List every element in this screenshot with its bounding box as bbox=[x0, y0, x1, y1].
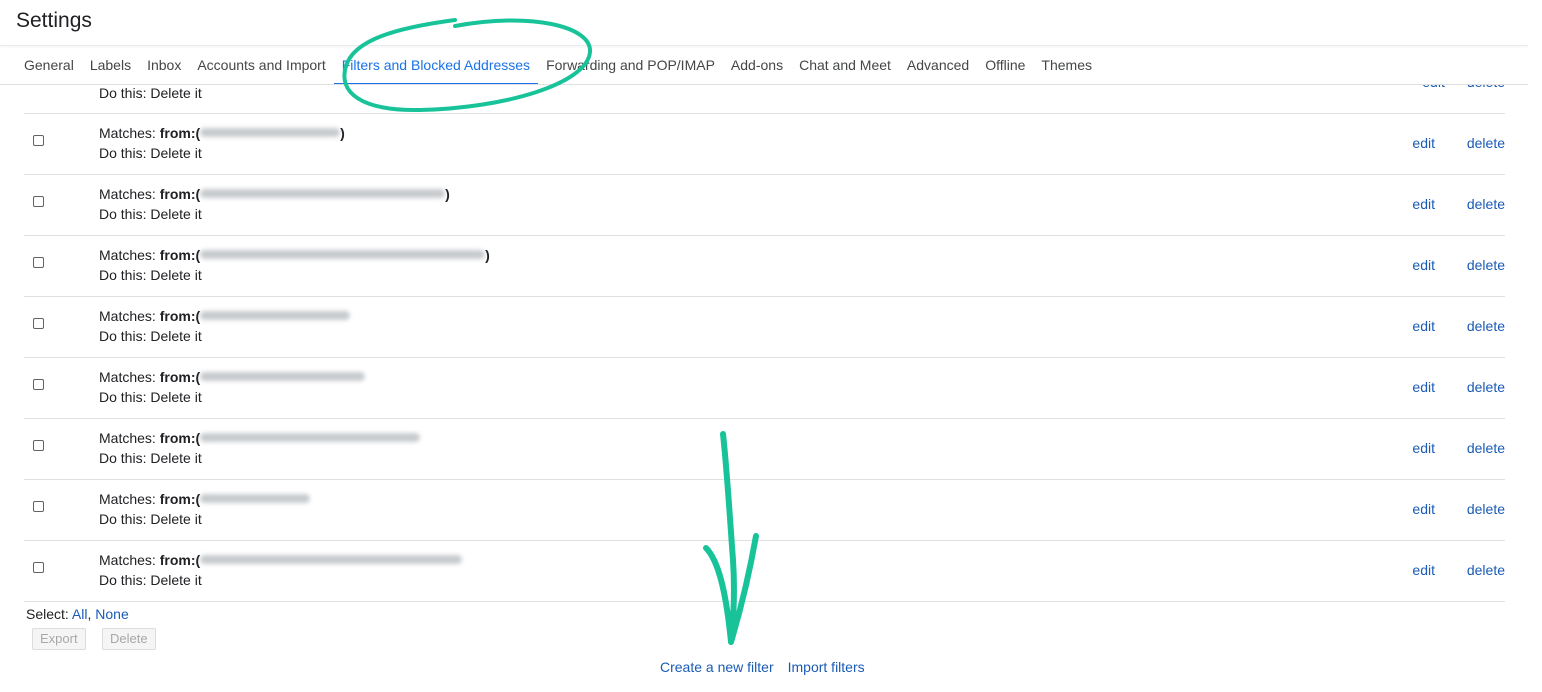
delete-link[interactable]: delete bbox=[1467, 440, 1505, 456]
select-all-link[interactable]: All bbox=[72, 606, 88, 622]
delete-link[interactable]: delete bbox=[1467, 501, 1505, 517]
tab-inbox[interactable]: Inbox bbox=[139, 52, 189, 84]
redacted-address bbox=[200, 189, 446, 199]
select-none-link[interactable]: None bbox=[95, 606, 128, 622]
settings-tabs: General Labels Inbox Accounts and Import… bbox=[16, 52, 1100, 85]
filter-action: Do this: Delete it bbox=[99, 572, 202, 588]
filter-row: Matches: from:() Do this: Delete it edit… bbox=[24, 174, 1505, 236]
delete-link[interactable]: delete bbox=[1467, 85, 1505, 90]
edit-link[interactable]: edit bbox=[1412, 379, 1435, 395]
redacted-address bbox=[200, 372, 366, 382]
edit-link[interactable]: edit bbox=[1412, 562, 1435, 578]
tab-add-ons[interactable]: Add-ons bbox=[723, 52, 791, 84]
filter-criteria: Matches: from:() bbox=[99, 186, 450, 202]
row-checkbox[interactable] bbox=[33, 440, 44, 451]
delete-link[interactable]: delete bbox=[1467, 135, 1505, 151]
list-divider bbox=[24, 601, 1505, 602]
filter-action: Do this: Delete it bbox=[99, 328, 202, 344]
tab-forwarding-pop-imap[interactable]: Forwarding and POP/IMAP bbox=[538, 52, 723, 84]
filter-criteria: Matches: from:( bbox=[99, 491, 311, 507]
filter-row: Matches: from:( Do this: Delete it edit … bbox=[24, 540, 1505, 602]
edit-link[interactable]: edit bbox=[1412, 196, 1435, 212]
filter-criteria: Matches: from:( bbox=[99, 552, 463, 568]
filter-criteria: Matches: from:( bbox=[99, 308, 351, 324]
filter-action: Do this: Delete it bbox=[99, 450, 202, 466]
filter-row: Matches: from:( Do this: Delete it edit … bbox=[24, 296, 1505, 358]
tab-accounts-and-import[interactable]: Accounts and Import bbox=[189, 52, 333, 84]
filter-row: Matches: from:( Do this: Delete it edit … bbox=[24, 418, 1505, 480]
import-filters-link[interactable]: Import filters bbox=[788, 659, 865, 675]
redacted-address bbox=[200, 494, 311, 504]
filter-row: Matches: from:( Do this: Delete it edit … bbox=[24, 357, 1505, 419]
redacted-address bbox=[200, 555, 463, 565]
filter-criteria: Matches: from:( bbox=[99, 430, 421, 446]
edit-link[interactable]: edit bbox=[1422, 85, 1445, 90]
select-controls: Select: All, None bbox=[26, 606, 129, 622]
row-checkbox[interactable] bbox=[33, 318, 44, 329]
delete-link[interactable]: delete bbox=[1467, 318, 1505, 334]
delete-link[interactable]: delete bbox=[1467, 562, 1505, 578]
filter-row: Matches: from:() Do this: Delete it edit… bbox=[24, 113, 1505, 175]
filter-action: Do this: Delete it bbox=[99, 85, 202, 101]
edit-link[interactable]: edit bbox=[1412, 318, 1435, 334]
tab-general[interactable]: General bbox=[16, 52, 82, 84]
filter-action: Do this: Delete it bbox=[99, 206, 202, 222]
redacted-address bbox=[200, 128, 341, 138]
row-checkbox[interactable] bbox=[33, 562, 44, 573]
filter-row-partial: Do this: Delete it edit delete bbox=[24, 85, 1505, 113]
filter-action: Do this: Delete it bbox=[99, 267, 202, 283]
edit-link[interactable]: edit bbox=[1412, 135, 1435, 151]
row-checkbox[interactable] bbox=[33, 501, 44, 512]
redacted-address bbox=[200, 433, 421, 443]
row-checkbox[interactable] bbox=[33, 379, 44, 390]
row-checkbox[interactable] bbox=[33, 257, 44, 268]
redacted-address bbox=[200, 311, 351, 321]
tab-advanced[interactable]: Advanced bbox=[899, 52, 977, 84]
redacted-address bbox=[200, 250, 486, 260]
filter-footer-links: Create a new filter Import filters bbox=[660, 659, 879, 675]
edit-link[interactable]: edit bbox=[1412, 257, 1435, 273]
tab-themes[interactable]: Themes bbox=[1033, 52, 1100, 84]
filter-row: Matches: from:() Do this: Delete it edit… bbox=[24, 235, 1505, 297]
delete-link[interactable]: delete bbox=[1467, 196, 1505, 212]
tab-chat-and-meet[interactable]: Chat and Meet bbox=[791, 52, 899, 84]
row-checkbox[interactable] bbox=[33, 196, 44, 207]
delete-link[interactable]: delete bbox=[1467, 379, 1505, 395]
tab-labels[interactable]: Labels bbox=[82, 52, 139, 84]
create-new-filter-link[interactable]: Create a new filter bbox=[660, 659, 774, 675]
header-divider bbox=[0, 45, 1528, 46]
tab-filters-and-blocked-addresses[interactable]: Filters and Blocked Addresses bbox=[333, 52, 539, 85]
tab-offline[interactable]: Offline bbox=[977, 52, 1033, 84]
row-checkbox[interactable] bbox=[33, 135, 44, 146]
filter-action: Do this: Delete it bbox=[99, 511, 202, 527]
delete-link[interactable]: delete bbox=[1467, 257, 1505, 273]
filter-row: Matches: from:( Do this: Delete it edit … bbox=[24, 479, 1505, 541]
delete-button[interactable]: Delete bbox=[102, 628, 156, 650]
filter-criteria: Matches: from:() bbox=[99, 125, 345, 141]
export-button[interactable]: Export bbox=[32, 628, 86, 650]
filter-criteria: Matches: from:( bbox=[99, 369, 366, 385]
filter-action: Do this: Delete it bbox=[99, 389, 202, 405]
edit-link[interactable]: edit bbox=[1412, 440, 1435, 456]
filter-criteria: Matches: from:() bbox=[99, 247, 490, 263]
edit-link[interactable]: edit bbox=[1412, 501, 1435, 517]
page-title: Settings bbox=[16, 9, 92, 32]
filter-action: Do this: Delete it bbox=[99, 145, 202, 161]
